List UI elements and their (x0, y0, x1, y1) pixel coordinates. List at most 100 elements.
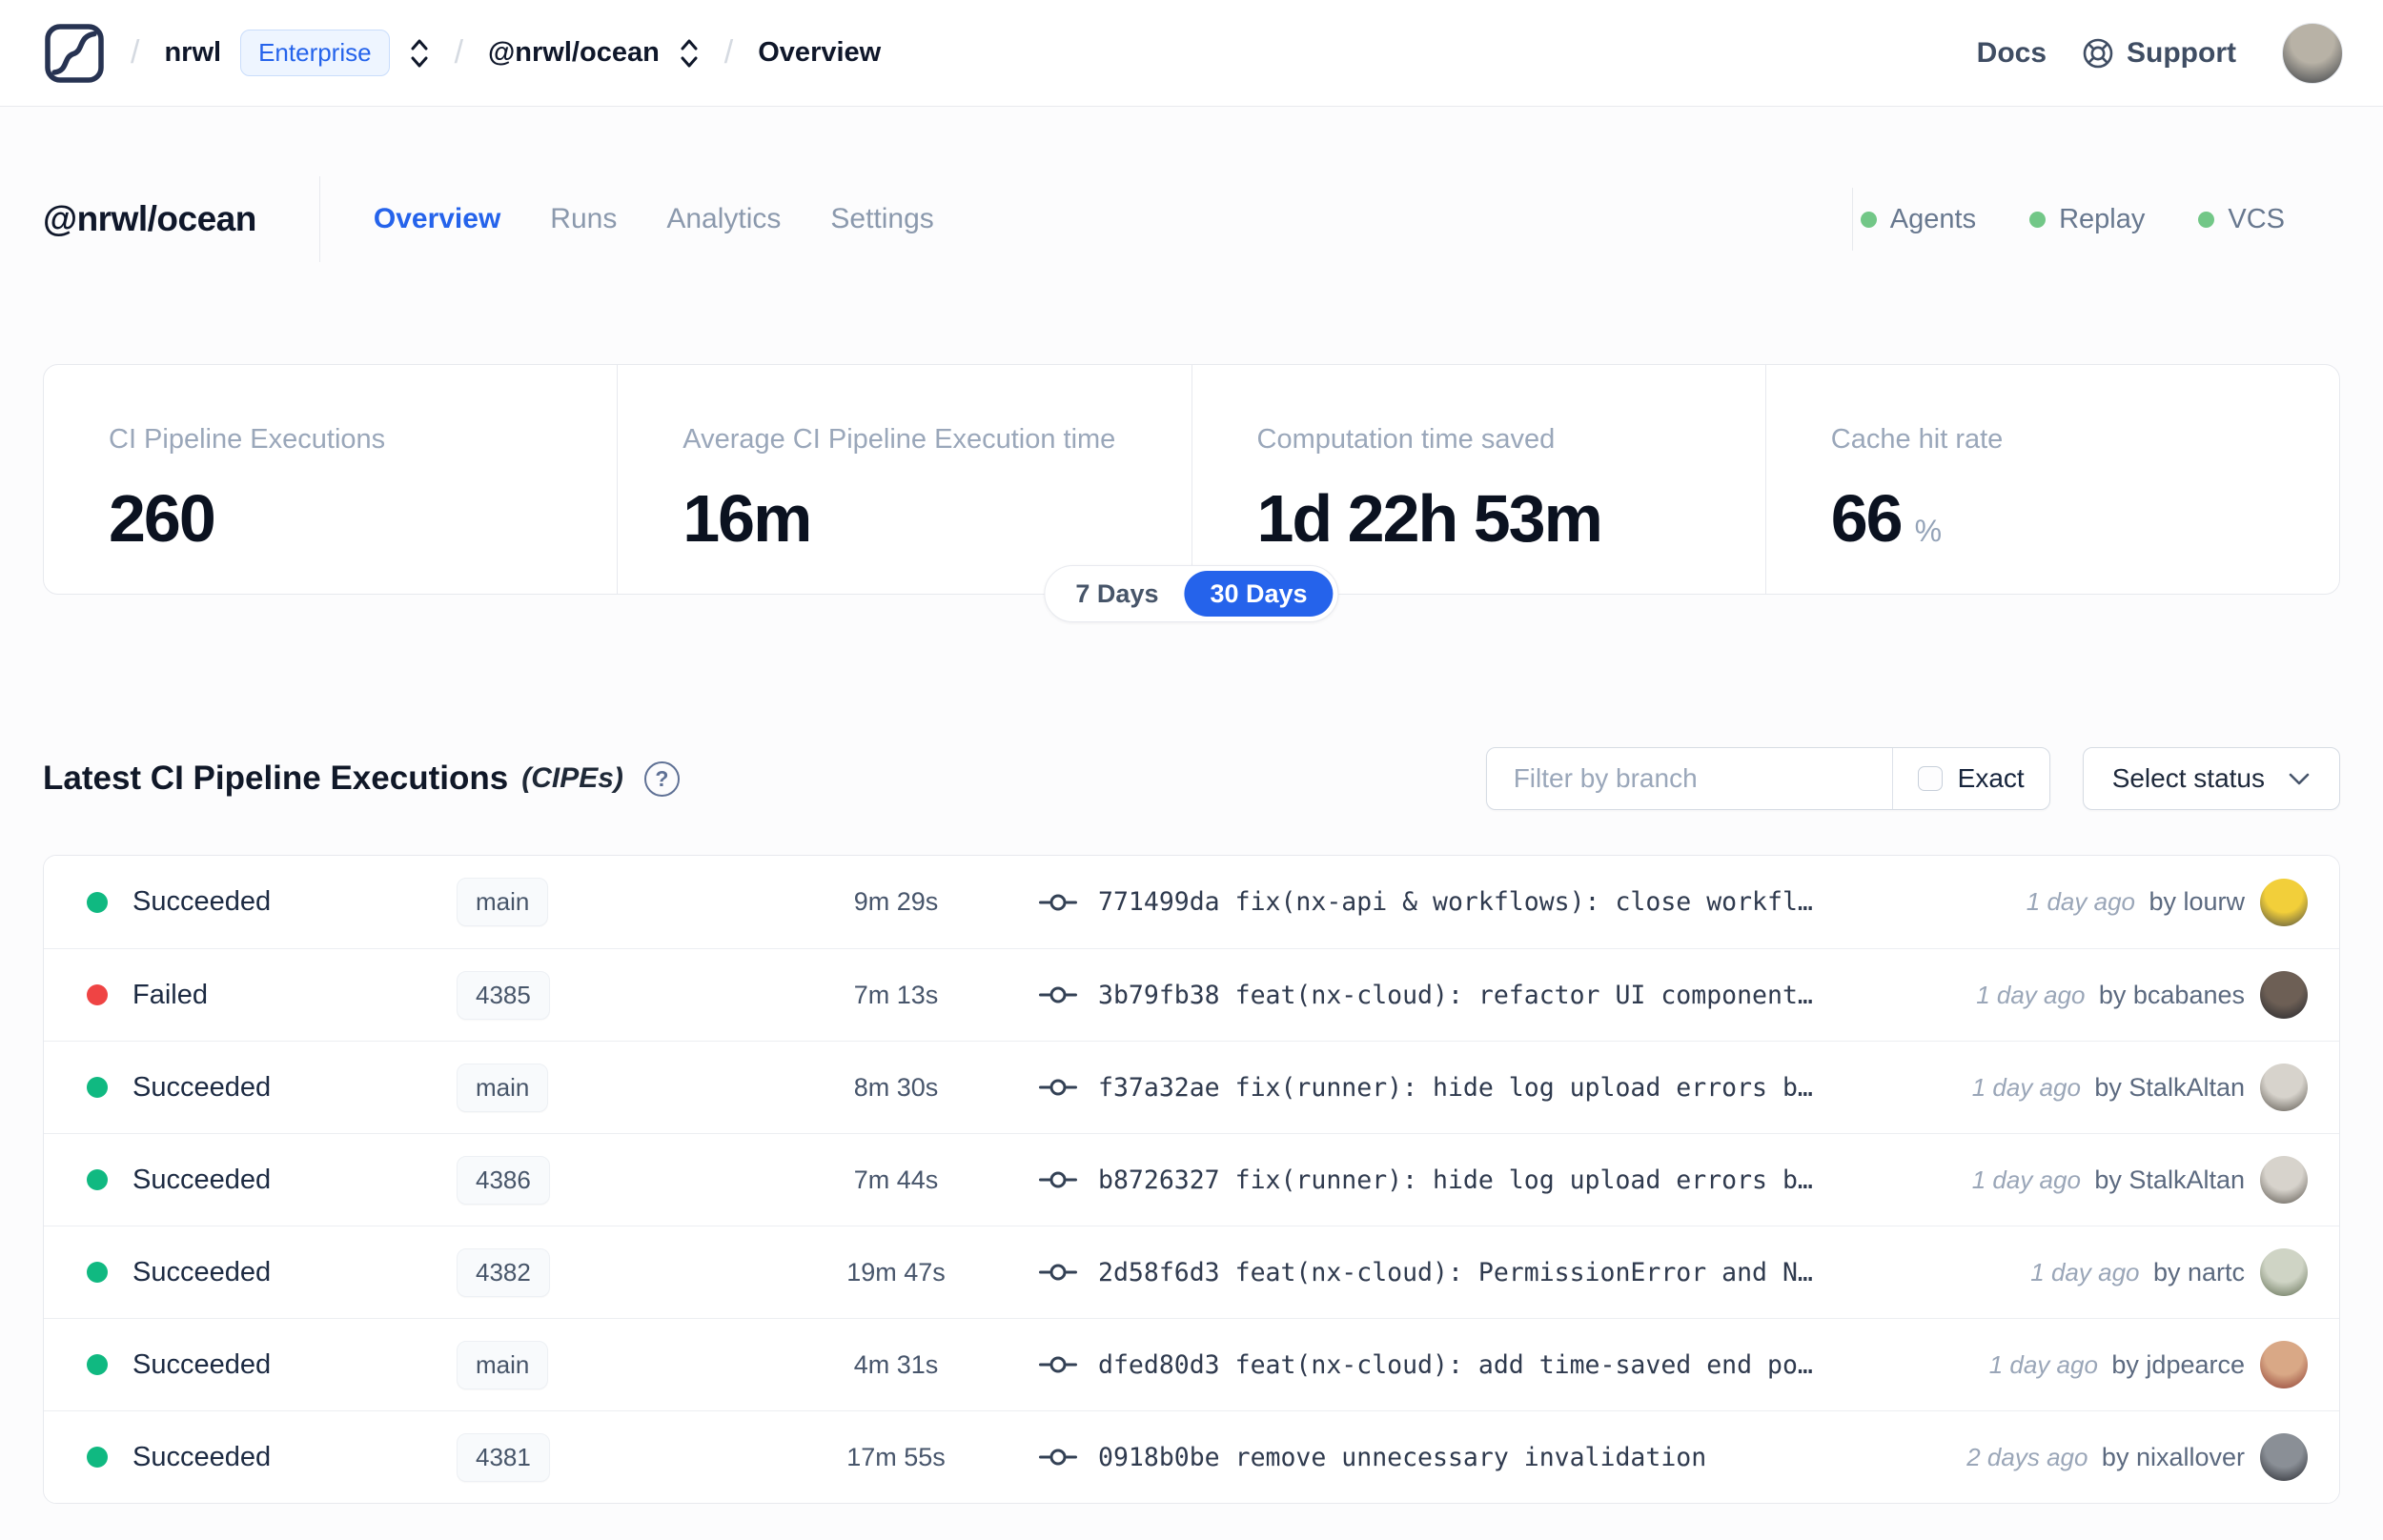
branch-badge[interactable]: 4381 (457, 1432, 550, 1482)
author-avatar[interactable] (2260, 878, 2308, 926)
status-label: Succeeded (132, 1256, 272, 1287)
commit-message: feat(nx-cloud): PermissionError and N… (1234, 1257, 1813, 1287)
timestamp: 2 days ago (1966, 1442, 2088, 1471)
author: by nartc (2152, 1257, 2245, 1287)
exact-checkbox[interactable] (1917, 766, 1943, 791)
commit-cell[interactable]: f37a32ae fix(runner): hide log upload er… (1007, 1073, 1953, 1103)
status-dot-icon (87, 1354, 108, 1375)
breadcrumb-org[interactable]: nrwl (164, 37, 221, 69)
author: by bcabanes (2098, 980, 2245, 1009)
meta-cell: 1 day ago by lourw (2027, 887, 2245, 917)
status-dot-icon (87, 1447, 108, 1468)
tab-overview[interactable]: Overview (374, 203, 500, 235)
branch-badge[interactable]: main (457, 1063, 549, 1112)
green-dot-icon (1860, 211, 1877, 228)
status-dot-icon (87, 891, 108, 913)
stat-card-cache-hit-rate: Cache hit rate 66% (1764, 365, 2339, 594)
commit-cell[interactable]: 3b79fb38 feat(nx-cloud): refactor UI com… (1007, 981, 1957, 1010)
range-30-days-button[interactable]: 30 Days (1184, 571, 1334, 617)
commit-text: f37a32ae fix(runner): hide log upload er… (1098, 1073, 1813, 1103)
cipe-table-row[interactable]: Succeeded 4381 17m 55s 0918b0be remove u… (44, 1410, 2339, 1503)
branch-badge[interactable]: main (457, 1340, 549, 1389)
branch-cell: 4386 (457, 1155, 785, 1205)
branch-cell: 4381 (457, 1432, 785, 1482)
status-cell: Succeeded (87, 1349, 457, 1381)
status-label: Succeeded (132, 1071, 272, 1103)
duration-cell: 8m 30s (853, 1072, 939, 1102)
branch-badge[interactable]: 4382 (457, 1247, 550, 1297)
status-select-dropdown[interactable]: Select status (2082, 747, 2340, 810)
git-commit-icon (1039, 1445, 1077, 1469)
commit-message: feat(nx-cloud): refactor UI component… (1234, 980, 1813, 1010)
stat-value: 1d 22h 53m (1256, 481, 1603, 556)
indicators-divider (1851, 188, 1853, 251)
status-cell: Succeeded (87, 1165, 457, 1196)
timestamp: 1 day ago (1988, 1349, 2098, 1379)
author: by jdpearce (2111, 1349, 2245, 1379)
branch-badge[interactable]: 4386 (457, 1155, 550, 1205)
author-avatar[interactable] (2260, 1341, 2308, 1388)
duration-cell: 17m 55s (846, 1442, 946, 1471)
breadcrumb-workspace[interactable]: @nrwl/ocean (488, 37, 660, 69)
date-range-toggle: 7 Days 30 Days (1044, 565, 1339, 622)
docs-link[interactable]: Docs (1977, 37, 2047, 70)
author-avatar[interactable] (2260, 971, 2308, 1019)
stat-card-time-saved: Computation time saved 1d 22h 53m (1191, 365, 1765, 594)
cipe-section-title-suffix: (CIPEs) (521, 762, 623, 794)
cipe-table-row[interactable]: Succeeded 4382 19m 47s 2d58f6d3 feat(nx-… (44, 1226, 2339, 1318)
indicator-vcs: VCS (2198, 204, 2285, 235)
author-avatar[interactable] (2260, 1433, 2308, 1481)
cipe-table-row[interactable]: Succeeded main 4m 31s dfed80d3 feat(nx-c… (44, 1318, 2339, 1410)
tab-analytics[interactable]: Analytics (666, 203, 781, 235)
status-dot-icon (87, 1077, 108, 1098)
stats-summary: CI Pipeline Executions 260 Average CI Pi… (43, 364, 2340, 622)
exact-match-toggle: Exact (1891, 748, 2049, 809)
green-dot-icon (2029, 211, 2047, 228)
support-label[interactable]: Support (2127, 37, 2236, 70)
duration-cell: 7m 44s (853, 1165, 939, 1194)
support-link[interactable]: Support (2081, 36, 2236, 71)
branch-filter-input[interactable] (1486, 748, 1892, 809)
branch-badge[interactable]: 4385 (457, 970, 550, 1020)
org-switcher-chevrons-icon[interactable] (409, 36, 430, 71)
commit-cell[interactable]: 771499da fix(nx-api & workflows): close … (1007, 887, 2007, 917)
git-commit-icon (1039, 1075, 1077, 1100)
commit-hash: dfed80d3 (1098, 1349, 1220, 1380)
green-dot-icon (2198, 211, 2215, 228)
range-7-days-button[interactable]: 7 Days (1049, 571, 1184, 617)
stat-card-executions: CI Pipeline Executions 260 (109, 424, 386, 556)
branch-badge[interactable]: main (457, 878, 549, 926)
tab-settings[interactable]: Settings (830, 203, 933, 235)
cipe-table-row[interactable]: Succeeded 4386 7m 44s b8726327 fix(runne… (44, 1133, 2339, 1226)
nx-cloud-logo-icon[interactable] (43, 22, 106, 85)
author-avatar[interactable] (2260, 1156, 2308, 1204)
status-label: Failed (132, 979, 208, 1010)
commit-text: b8726327 fix(runner): hide log upload er… (1098, 1165, 1813, 1195)
commit-cell[interactable]: dfed80d3 feat(nx-cloud): add time-saved … (1007, 1350, 1970, 1380)
lifebuoy-icon (2081, 36, 2115, 71)
commit-hash: 0918b0be (1098, 1442, 1220, 1472)
git-commit-icon (1039, 1260, 1077, 1285)
commit-cell[interactable]: b8726327 fix(runner): hide log upload er… (1007, 1165, 1953, 1195)
commit-message: remove unnecessary invalidation (1234, 1442, 1707, 1472)
cipe-table-row[interactable]: Succeeded main 8m 30s f37a32ae fix(runne… (44, 1041, 2339, 1133)
author: by nixallover (2101, 1442, 2245, 1471)
tab-runs[interactable]: Runs (550, 203, 617, 235)
commit-cell[interactable]: 0918b0be remove unnecessary invalidation (1007, 1443, 1947, 1472)
author-avatar[interactable] (2260, 1248, 2308, 1296)
breadcrumb-separator: / (131, 34, 140, 71)
enterprise-badge: Enterprise (240, 30, 390, 76)
author-avatar[interactable] (2260, 1064, 2308, 1111)
header-divider (318, 176, 320, 262)
cipe-section-title: Latest CI Pipeline Executions (43, 760, 509, 797)
cipe-table-row[interactable]: Failed 4385 7m 13s 3b79fb38 feat(nx-clou… (44, 948, 2339, 1041)
help-icon[interactable]: ? (643, 760, 680, 797)
user-avatar[interactable] (2282, 22, 2343, 84)
author: by StalkAltan (2094, 1165, 2245, 1194)
stat-card-avg-time: Average CI Pipeline Execution time 16m (617, 365, 1191, 594)
workspace-tabs: Overview Runs Analytics Settings (374, 203, 934, 235)
commit-cell[interactable]: 2d58f6d3 feat(nx-cloud): PermissionError… (1007, 1258, 2011, 1287)
workspace-switcher-chevrons-icon[interactable] (679, 36, 700, 71)
cipe-table-row[interactable]: Succeeded main 9m 29s 771499da fix(nx-ap… (44, 856, 2339, 948)
commit-message: fix(runner): hide log upload errors b… (1234, 1072, 1813, 1103)
